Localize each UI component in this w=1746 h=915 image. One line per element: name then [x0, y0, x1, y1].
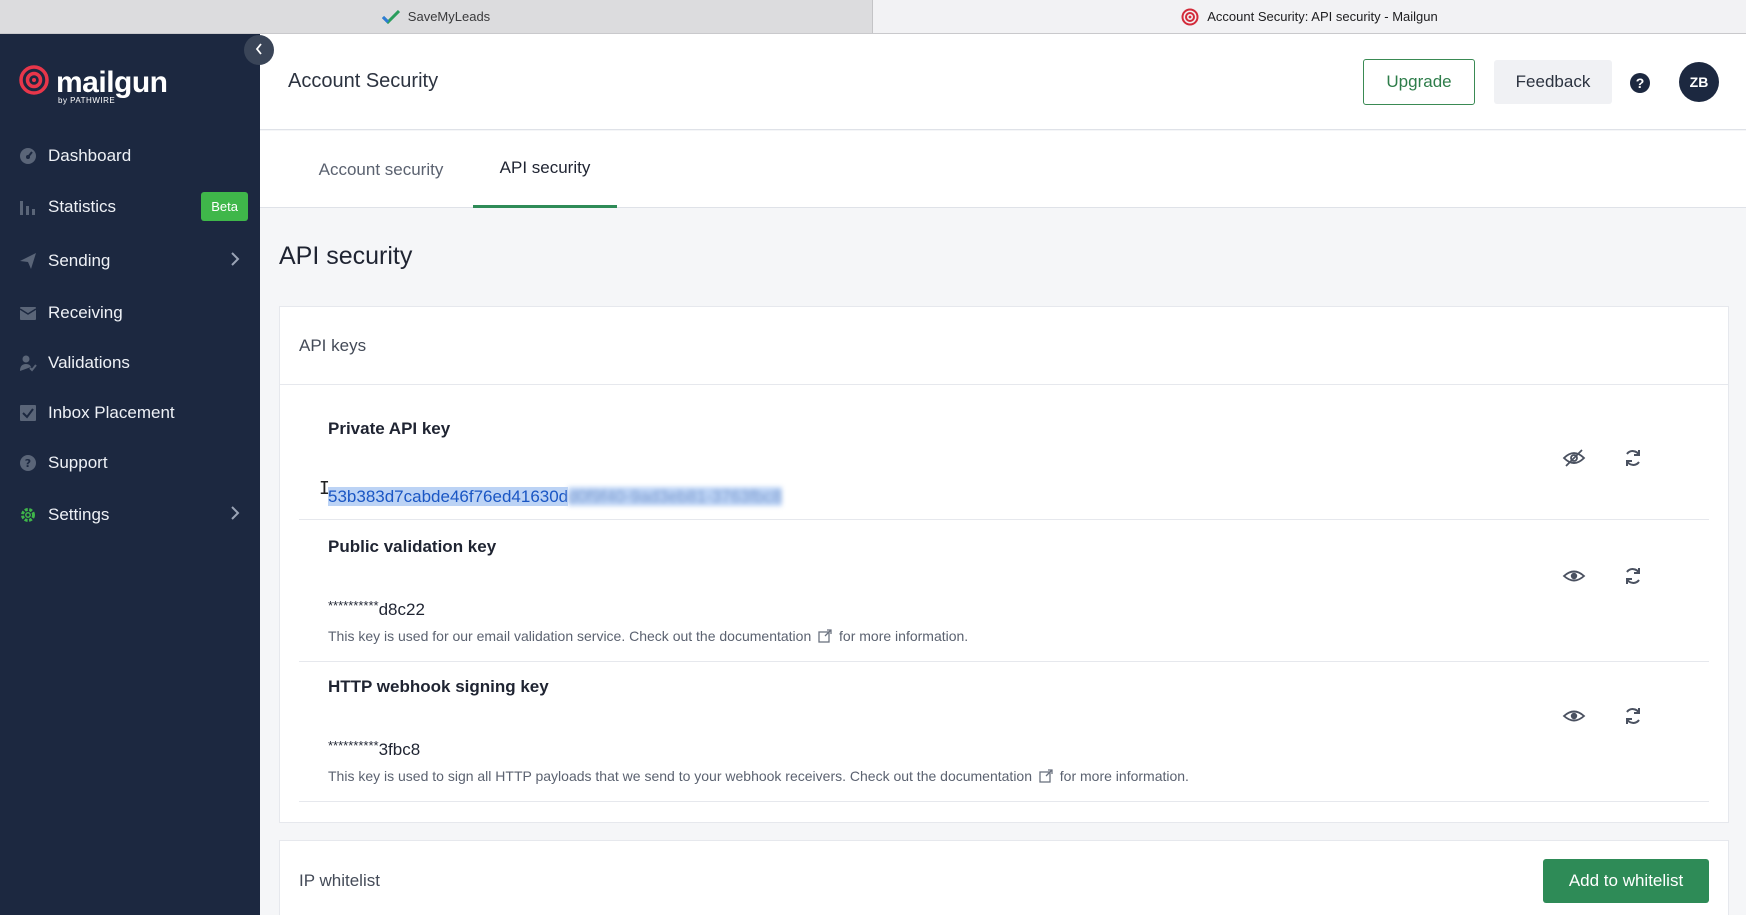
eye-off-icon[interactable] [1561, 445, 1587, 471]
key-description: This key is used to sign all HTTP payloa… [328, 768, 1189, 784]
key-visible-part: 53b383d7cabde46f76ed41630d [328, 487, 569, 506]
sidebar-item-label: Inbox Placement [48, 403, 175, 422]
sidebar-item-inbox-placement[interactable]: Inbox Placement [0, 393, 260, 433]
beta-badge: Beta [201, 192, 248, 221]
refresh-icon[interactable] [1620, 703, 1646, 729]
avatar[interactable]: ZB [1679, 62, 1719, 102]
sidebar-item-label: Validations [48, 353, 130, 372]
description-text-end: for more information. [1059, 768, 1189, 784]
bar-chart-icon [18, 197, 38, 217]
key-suffix: d8c22 [378, 600, 425, 619]
external-link-icon[interactable] [818, 629, 832, 643]
eye-icon[interactable] [1561, 703, 1587, 729]
key-blurred-part: d0f9f40-9ad3eb81-3763fbc8 [568, 487, 782, 506]
masked-part: ********** [328, 598, 379, 613]
sidebar-item-label: Statistics [48, 197, 117, 216]
paper-plane-icon [18, 251, 38, 271]
text-cursor-icon: I [319, 478, 330, 499]
browser-tab-savemyleads[interactable]: SaveMyLeads [0, 0, 873, 33]
webhook-signing-key-value: **********3fbc8 [328, 738, 420, 760]
help-icon[interactable]: ? [1630, 73, 1650, 93]
key-description: This key is used for our email validatio… [328, 628, 968, 644]
public-validation-key-value: **********d8c22 [328, 598, 425, 620]
mailgun-favicon-icon [1181, 8, 1199, 26]
help-circle-icon: ? [18, 453, 38, 473]
key-title: Public validation key [328, 537, 497, 556]
private-api-key-row: Private API key 53b383d7cabde46f76ed4163… [299, 386, 1709, 520]
private-api-key-value[interactable]: 53b383d7cabde46f76ed41630dd0f9f40-9ad3eb… [328, 487, 782, 507]
api-keys-card: API keys Private API key 53b383d7cabde46… [279, 306, 1729, 823]
sidebar-item-label: Settings [48, 505, 110, 524]
upgrade-button[interactable]: Upgrade [1363, 59, 1475, 105]
sub-tabs: Account security API security [260, 131, 1746, 208]
checkbox-icon [18, 403, 38, 423]
sidebar-item-label: Sending [48, 251, 111, 270]
svg-text:?: ? [25, 457, 31, 470]
description-text-end: for more information. [839, 628, 969, 644]
sidebar-item-sending[interactable]: Sending [0, 241, 260, 281]
page-title: Account Security [288, 70, 439, 92]
key-suffix: 3fbc8 [378, 740, 421, 759]
webhook-signing-key-row: HTTP webhook signing key **********3fbc8… [299, 662, 1709, 802]
tab-api-security[interactable]: API security [473, 131, 617, 208]
add-to-whitelist-button[interactable]: Add to whitelist [1543, 859, 1709, 903]
logo-subtitle: by PATHWIRE [58, 96, 116, 105]
refresh-icon[interactable] [1620, 445, 1646, 471]
key-title: Private API key [328, 419, 451, 438]
ip-whitelist-title: IP whitelist [299, 871, 380, 890]
browser-tab-strip: SaveMyLeads Account Security: API securi… [0, 0, 1746, 34]
sidebar-collapse-button[interactable] [244, 35, 274, 65]
eye-icon[interactable] [1561, 563, 1587, 589]
chevron-left-icon [255, 42, 263, 58]
refresh-icon[interactable] [1620, 563, 1646, 589]
mailgun-logo-icon [18, 64, 50, 101]
feedback-button[interactable]: Feedback [1494, 60, 1612, 104]
sidebar-item-label: Receiving [48, 303, 123, 322]
sidebar-item-label: Support [48, 453, 108, 472]
gear-icon [18, 505, 38, 525]
sidebar-item-settings[interactable]: Settings [0, 495, 260, 535]
sidebar-item-dashboard[interactable]: Dashboard [0, 136, 260, 176]
user-check-icon [18, 353, 38, 373]
public-validation-key-row: Public validation key **********d8c22 Th… [299, 522, 1709, 662]
sidebar-item-support[interactable]: ? Support [0, 443, 260, 483]
description-text: This key is used to sign all HTTP payloa… [328, 768, 1032, 784]
sidebar-item-validations[interactable]: Validations [0, 343, 260, 383]
sidebar-item-receiving[interactable]: Receiving [0, 293, 260, 333]
logo-wordmark: mailgun [56, 65, 168, 99]
key-title: HTTP webhook signing key [328, 677, 549, 696]
browser-tab-title: SaveMyLeads [407, 9, 491, 24]
description-text: This key is used for our email validatio… [328, 628, 812, 644]
sidebar-item-statistics[interactable]: Statistics Beta [0, 187, 260, 227]
tab-account-security[interactable]: Account security [283, 131, 479, 208]
sidebar: mailgun by PATHWIRE Dashboard Statistics… [0, 34, 260, 915]
inbox-icon [18, 303, 38, 323]
mailgun-logo[interactable]: mailgun by PATHWIRE [18, 64, 168, 105]
checkmark-favicon-icon [381, 8, 400, 26]
chevron-right-icon [230, 505, 240, 526]
ip-whitelist-card: IP whitelist Add to whitelist [279, 840, 1729, 915]
browser-tab-title: Account Security: API security - Mailgun [1207, 9, 1438, 24]
external-link-icon[interactable] [1039, 769, 1053, 783]
top-header: Account Security Upgrade Feedback ? ZB [260, 34, 1746, 130]
section-title: API security [279, 242, 413, 270]
browser-tab-mailgun[interactable]: Account Security: API security - Mailgun [873, 0, 1746, 33]
dashboard-icon [18, 146, 38, 166]
sidebar-item-label: Dashboard [48, 146, 132, 165]
chevron-right-icon [230, 251, 240, 272]
api-keys-title: API keys [280, 307, 1728, 385]
masked-part: ********** [328, 738, 379, 753]
